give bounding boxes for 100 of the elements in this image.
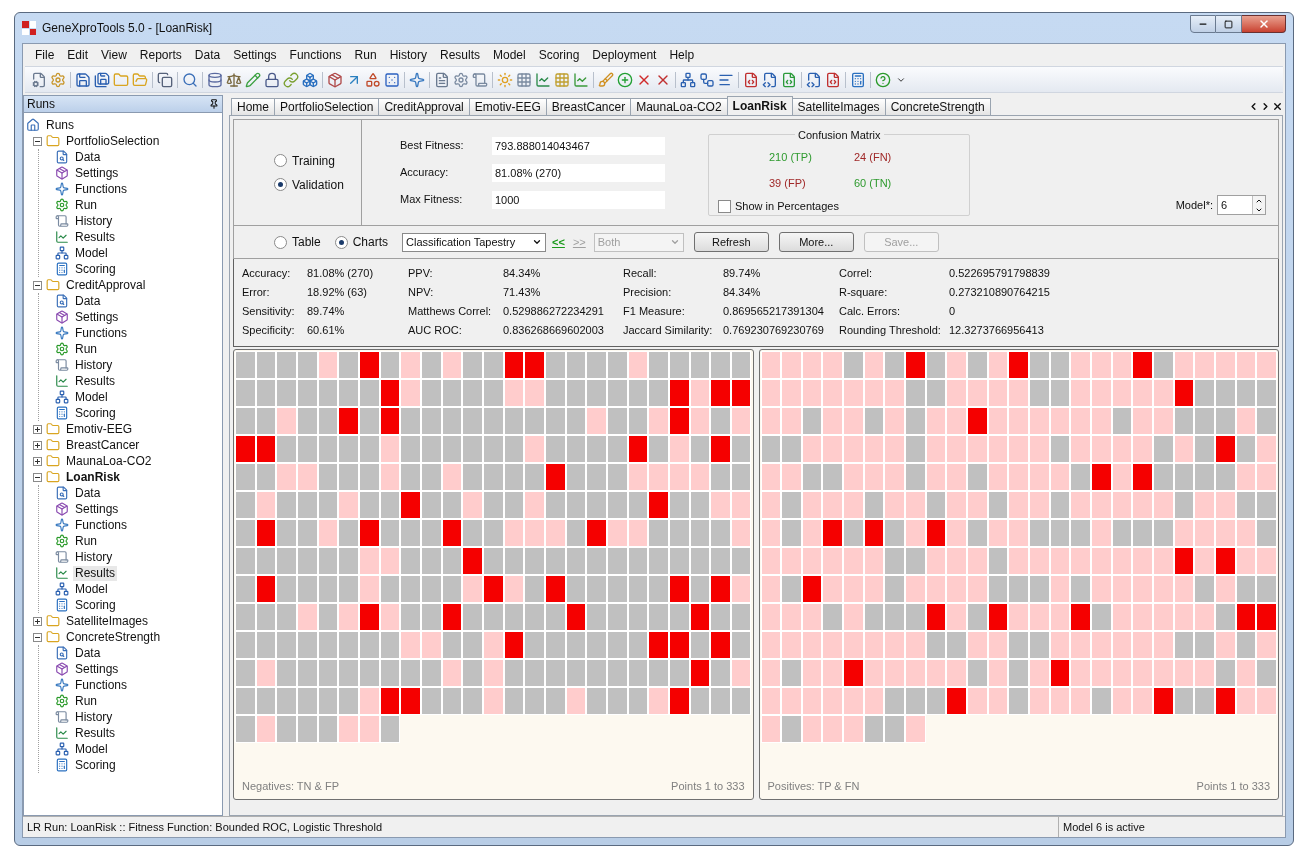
menu-item[interactable]: Edit: [61, 46, 95, 64]
menu-item[interactable]: Results: [433, 46, 486, 64]
minimize-button[interactable]: [1190, 15, 1216, 33]
menu-item[interactable]: Functions: [283, 46, 348, 64]
tree-item[interactable]: ConcreteStrength: [64, 629, 163, 645]
pin-icon[interactable]: [209, 99, 219, 109]
scroll-right-icon[interactable]: [1260, 101, 1271, 112]
tree-item[interactable]: Functions: [73, 325, 130, 341]
tree-item[interactable]: LoanRisk: [64, 469, 122, 485]
menu-item[interactable]: Run: [348, 46, 383, 64]
value-field[interactable]: 1000: [492, 190, 665, 209]
collapse-toggle[interactable]: [33, 136, 42, 146]
gear-icon[interactable]: [453, 71, 469, 88]
tab[interactable]: SatelliteImages: [791, 98, 886, 115]
close-icon[interactable]: [1272, 101, 1283, 112]
dice-icon[interactable]: [384, 71, 400, 88]
tree-item[interactable]: Scoring: [73, 261, 118, 277]
checkbox[interactable]: [718, 199, 731, 213]
link-icon[interactable]: [283, 71, 299, 88]
tree-item[interactable]: Data: [73, 149, 103, 165]
tree-item[interactable]: Run: [73, 533, 99, 549]
radio-button[interactable]: [334, 235, 348, 249]
menu-item[interactable]: File: [29, 46, 61, 64]
tree-item[interactable]: Scoring: [73, 597, 118, 613]
radio-button[interactable]: [274, 178, 287, 191]
workflow-icon[interactable]: [699, 71, 715, 88]
tree-item[interactable]: PortfolioSelection: [64, 133, 162, 149]
close-button[interactable]: [1242, 15, 1286, 33]
tree-item[interactable]: Model: [73, 389, 110, 405]
tree-item[interactable]: Scoring: [73, 757, 118, 773]
collapse-toggle[interactable]: [33, 632, 42, 642]
grid-icon[interactable]: [516, 71, 532, 88]
code-file-icon[interactable]: [743, 71, 759, 88]
tree-item[interactable]: Scoring: [73, 405, 118, 421]
action-button[interactable]: Refresh: [693, 232, 769, 252]
boxes-icon[interactable]: [302, 71, 318, 88]
tab[interactable]: Emotiv-EEG: [468, 98, 547, 115]
radio-button[interactable]: [274, 235, 287, 249]
tree-item[interactable]: Run: [73, 197, 99, 213]
database-icon[interactable]: [207, 71, 223, 88]
tree-item[interactable]: Settings: [73, 661, 121, 677]
tree-item[interactable]: Run: [73, 341, 99, 357]
tree-icon[interactable]: [680, 71, 696, 88]
search-icon[interactable]: [182, 71, 198, 88]
tree-item[interactable]: History: [73, 357, 115, 373]
tree-item[interactable]: BreastCancer: [64, 437, 142, 453]
tree-item[interactable]: History: [73, 213, 115, 229]
menu-item[interactable]: Model: [487, 46, 532, 64]
menu-item[interactable]: View: [95, 46, 133, 64]
tree-item[interactable]: History: [73, 549, 115, 565]
tree-item[interactable]: Data: [73, 645, 103, 661]
lock-icon[interactable]: [264, 71, 280, 88]
copy-icon[interactable]: [157, 71, 173, 88]
value-field[interactable]: 81.08% (270): [492, 163, 665, 182]
code-file-icon[interactable]: [781, 71, 797, 88]
tree-item[interactable]: Model: [73, 245, 110, 261]
tab[interactable]: PortfolioSelection: [274, 98, 380, 115]
tab[interactable]: ConcreteStrength: [884, 98, 991, 115]
tab[interactable]: BreastCancer: [545, 98, 632, 115]
help-icon[interactable]: [875, 71, 891, 88]
tree-item[interactable]: Data: [73, 293, 103, 309]
sparkle-icon[interactable]: [409, 71, 425, 88]
collapse-toggle[interactable]: [33, 280, 42, 290]
value-field[interactable]: 793.888014043467: [492, 136, 665, 155]
tree-item[interactable]: Results: [73, 565, 117, 581]
expand-toggle[interactable]: [33, 440, 42, 450]
file-gear-icon[interactable]: [31, 71, 47, 88]
tree-item[interactable]: Functions: [73, 517, 130, 533]
radio-button[interactable]: [274, 154, 287, 167]
shapes-icon[interactable]: [365, 71, 381, 88]
code-file-icon[interactable]: [825, 71, 841, 88]
menu-item[interactable]: Settings: [227, 46, 283, 64]
tab[interactable]: MaunaLoa-CO2: [630, 98, 728, 115]
save-icon[interactable]: [75, 71, 91, 88]
tab[interactable]: CreditApproval: [378, 98, 470, 115]
collapse-toggle[interactable]: [33, 472, 42, 482]
menu-item[interactable]: Help: [663, 46, 701, 64]
tree-item[interactable]: Runs: [44, 117, 76, 133]
plus-circle-icon[interactable]: [617, 71, 633, 88]
action-button[interactable]: More...: [778, 232, 854, 252]
tree-item[interactable]: Settings: [73, 309, 121, 325]
tree-item[interactable]: Model: [73, 741, 110, 757]
tree-item[interactable]: Settings: [73, 501, 121, 517]
tree-item[interactable]: MaunaLoa-CO2: [64, 453, 154, 469]
menu-item[interactable]: Data: [188, 46, 227, 64]
code-file-icon[interactable]: [762, 71, 778, 88]
document-icon[interactable]: [434, 71, 450, 88]
tree-item[interactable]: Model: [73, 581, 110, 597]
scroll-icon[interactable]: [472, 71, 488, 88]
menu-item[interactable]: Deployment: [586, 46, 663, 64]
tab[interactable]: Home: [231, 98, 275, 115]
tree-item[interactable]: Settings: [73, 165, 121, 181]
tree-item[interactable]: CreditApproval: [64, 277, 148, 293]
tree-item[interactable]: Data: [73, 485, 103, 501]
model-spinner[interactable]: 6: [1217, 195, 1266, 215]
expand-toggle[interactable]: [33, 616, 42, 626]
tree-item[interactable]: Functions: [73, 181, 130, 197]
tree-item[interactable]: Emotiv-EEG: [64, 421, 134, 437]
tree-item[interactable]: History: [73, 709, 115, 725]
expand-toggle[interactable]: [33, 456, 42, 466]
